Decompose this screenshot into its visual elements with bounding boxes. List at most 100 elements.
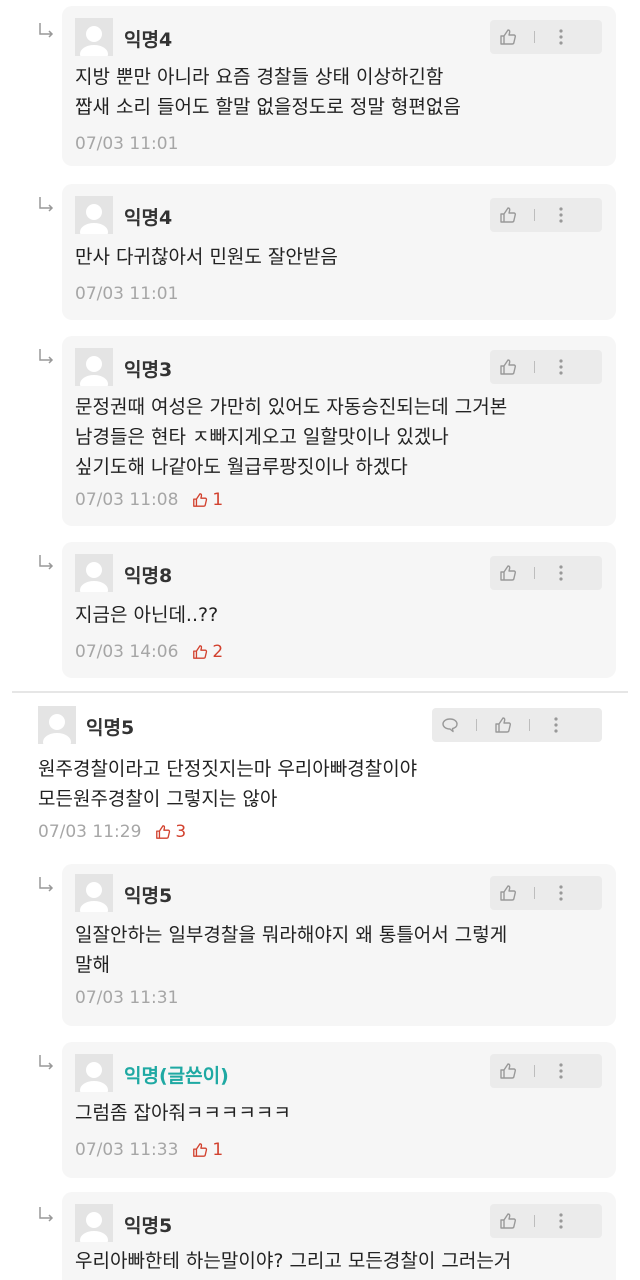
action-separator (534, 1065, 535, 1077)
avatar[interactable] (38, 706, 76, 744)
author-name[interactable]: 익명(글쓴이) (124, 1061, 229, 1088)
avatar[interactable] (75, 874, 113, 912)
avatar[interactable] (75, 18, 113, 56)
more-vertical-icon (559, 1063, 563, 1079)
more-vertical-icon (559, 359, 563, 375)
like-button[interactable] (490, 350, 526, 384)
like-count: 1 (192, 1140, 223, 1160)
comment-body: 우리아빠한테 하는말이야? 그리고 모든경찰이 그러는거 (75, 1246, 511, 1276)
thumbs-up-icon (500, 565, 516, 581)
comment-actions (490, 1054, 602, 1088)
comment-line: 짭새 소리 들어도 할말 없을정도로 정말 형편없음 (75, 96, 461, 118)
thumbs-up-icon (193, 1143, 208, 1157)
comment-actions (432, 708, 602, 742)
avatar[interactable] (75, 1054, 113, 1092)
comment-line: 문정권때 여성은 가만히 있어도 자동승진되는데 그거본 (75, 396, 508, 418)
thumbs-up-icon (500, 1213, 516, 1229)
avatar[interactable] (75, 196, 113, 234)
commenter-name[interactable]: 익명5 (124, 881, 172, 908)
more-options-button[interactable] (543, 876, 579, 910)
comment-divider (12, 691, 628, 693)
more-options-button[interactable] (543, 1054, 579, 1088)
comment-line: 지금은 아닌데..?? (75, 604, 219, 626)
reply-arrow-icon (39, 1207, 54, 1222)
comment-body: 그럼좀 잡아줘ㅋㅋㅋㅋㅋㅋ (75, 1098, 291, 1128)
more-vertical-icon (559, 29, 563, 45)
thumbs-up-icon (500, 359, 516, 375)
thumbs-up-icon (500, 29, 516, 45)
more-vertical-icon (559, 565, 563, 581)
like-button[interactable] (490, 1204, 526, 1238)
more-vertical-icon (559, 885, 563, 901)
action-separator (534, 361, 535, 373)
more-vertical-icon (554, 717, 558, 733)
like-button[interactable] (485, 708, 521, 742)
comment-line: 만사 다귀찮아서 민원도 잘안받음 (75, 246, 338, 268)
thumbs-up-icon (500, 207, 516, 223)
comment-actions (490, 350, 602, 384)
comment-actions (490, 1204, 602, 1238)
reply-comment: 익명(글쓴이) 그럼좀 잡아줘ㅋㅋㅋㅋㅋㅋ 07/03 11:33 1 (62, 1042, 616, 1178)
commenter-name[interactable]: 익명4 (124, 203, 172, 230)
action-separator (534, 31, 535, 43)
like-count: 1 (192, 490, 223, 510)
like-button[interactable] (490, 556, 526, 590)
commenter-name[interactable]: 익명8 (124, 561, 172, 588)
more-options-button[interactable] (543, 556, 579, 590)
comment-actions (490, 876, 602, 910)
comment-body: 지금은 아닌데..?? (75, 600, 218, 630)
more-options-button[interactable] (543, 20, 579, 54)
comment-meta: 07/03 14:06 2 (75, 642, 223, 662)
like-button[interactable] (490, 1054, 526, 1088)
timestamp: 07/03 11:01 (75, 134, 179, 154)
reply-comment: 익명8 지금은 아닌데..?? 07/03 14:06 2 (62, 542, 616, 678)
like-button[interactable] (490, 20, 526, 54)
comment-actions (490, 198, 602, 232)
like-count: 3 (155, 822, 186, 842)
thumbs-up-icon (156, 825, 171, 839)
like-button[interactable] (490, 876, 526, 910)
comment-line: 우리아빠한테 하는말이야? 그리고 모든경찰이 그러는거 (75, 1250, 512, 1272)
more-vertical-icon (559, 1213, 563, 1229)
comment-body: 문정권때 여성은 가만히 있어도 자동승진되는데 그거본 남경들은 현타 ㅈ빠지게… (75, 392, 507, 482)
reply-button[interactable] (432, 708, 468, 742)
commenter-name[interactable]: 익명5 (124, 1211, 172, 1238)
timestamp: 07/03 11:01 (75, 284, 179, 304)
avatar[interactable] (75, 1204, 113, 1242)
comment-line: 그럼좀 잡아줘ㅋㅋㅋㅋㅋㅋ (75, 1102, 291, 1124)
like-button[interactable] (490, 198, 526, 232)
more-options-button[interactable] (543, 1204, 579, 1238)
commenter-name[interactable]: 익명3 (124, 355, 172, 382)
reply-arrow-icon (39, 197, 54, 212)
timestamp: 07/03 11:33 (75, 1140, 179, 1160)
comment-meta: 07/03 11:01 (75, 134, 178, 154)
thumbs-up-icon (193, 493, 208, 507)
reply-comment: 익명3 문정권때 여성은 가만히 있어도 자동승진되는데 그거본 남경들은 현타 … (62, 336, 616, 526)
timestamp: 07/03 11:31 (75, 988, 179, 1008)
timestamp: 07/03 11:08 (75, 490, 179, 510)
timestamp: 07/03 11:29 (38, 822, 142, 842)
timestamp: 07/03 14:06 (75, 642, 179, 662)
like-count-value: 1 (212, 490, 224, 510)
comment-actions (490, 20, 602, 54)
avatar[interactable] (75, 348, 113, 386)
commenter-name[interactable]: 익명5 (86, 713, 134, 740)
action-separator (476, 719, 477, 731)
reply-arrow-icon (39, 877, 54, 892)
commenter-name[interactable]: 익명4 (124, 25, 172, 52)
more-options-button[interactable] (543, 350, 579, 384)
comment-body: 만사 다귀찮아서 민원도 잘안받음 (75, 242, 338, 272)
thumbs-up-icon (495, 717, 511, 733)
comment-line: 일잘안하는 일부경찰을 뭐라해야지 왜 통틀어서 그렇게 (75, 924, 508, 946)
comment-meta: 07/03 11:31 (75, 988, 178, 1008)
thumbs-up-icon (500, 885, 516, 901)
reply-comment: 익명5 우리아빠한테 하는말이야? 그리고 모든경찰이 그러는거 (62, 1192, 616, 1280)
comment-line: 모든원주경찰이 그렇지는 않아 (38, 788, 278, 810)
avatar[interactable] (75, 554, 113, 592)
more-options-button[interactable] (543, 198, 579, 232)
reply-arrow-icon (39, 555, 54, 570)
reply-arrow-icon (39, 349, 54, 364)
like-count-value: 3 (175, 822, 187, 842)
reply-comment: 익명4 만사 다귀찮아서 민원도 잘안받음 07/03 11:01 (62, 184, 616, 320)
more-options-button[interactable] (538, 708, 574, 742)
